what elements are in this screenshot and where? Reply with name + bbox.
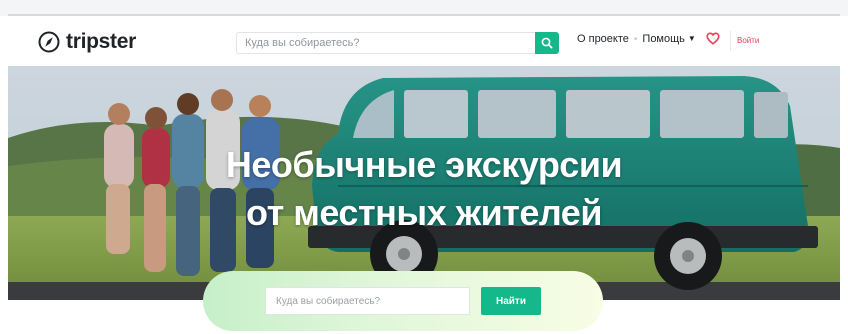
hero-title-line-1: Необычные экскурсии (225, 144, 623, 185)
nav-divider (730, 31, 731, 51)
nav-about-link[interactable]: О проекте (577, 33, 629, 45)
nav-help-label: Помощь (642, 33, 685, 45)
heart-icon[interactable] (706, 32, 720, 50)
top-divider (8, 14, 840, 16)
hero-banner: Необычные экскурсии от местных жителей (8, 66, 840, 300)
header-nav: О проекте • Помощь ▼ (577, 33, 696, 45)
logo[interactable]: tripster (38, 30, 136, 54)
logo-text: tripster (66, 30, 136, 53)
login-link[interactable]: Войти (737, 36, 759, 45)
header-search-input[interactable] (236, 32, 535, 54)
nav-separator-dot: • (633, 33, 638, 45)
hero-title-line-2: от местных жителей (246, 192, 602, 233)
header-search-button[interactable] (535, 32, 559, 54)
nav-help-dropdown[interactable]: Помощь ▼ (642, 33, 695, 45)
header-search (236, 32, 563, 56)
search-icon (541, 37, 553, 49)
compass-icon (38, 31, 60, 53)
hero-search-input[interactable] (265, 287, 470, 315)
hero-search-panel: Найти (203, 271, 603, 331)
site-header: tripster О проекте • Помощь▼ Войти (8, 20, 840, 64)
hero-search-button[interactable]: Найти (481, 287, 541, 315)
caret-down-icon: ▼ (687, 34, 696, 43)
